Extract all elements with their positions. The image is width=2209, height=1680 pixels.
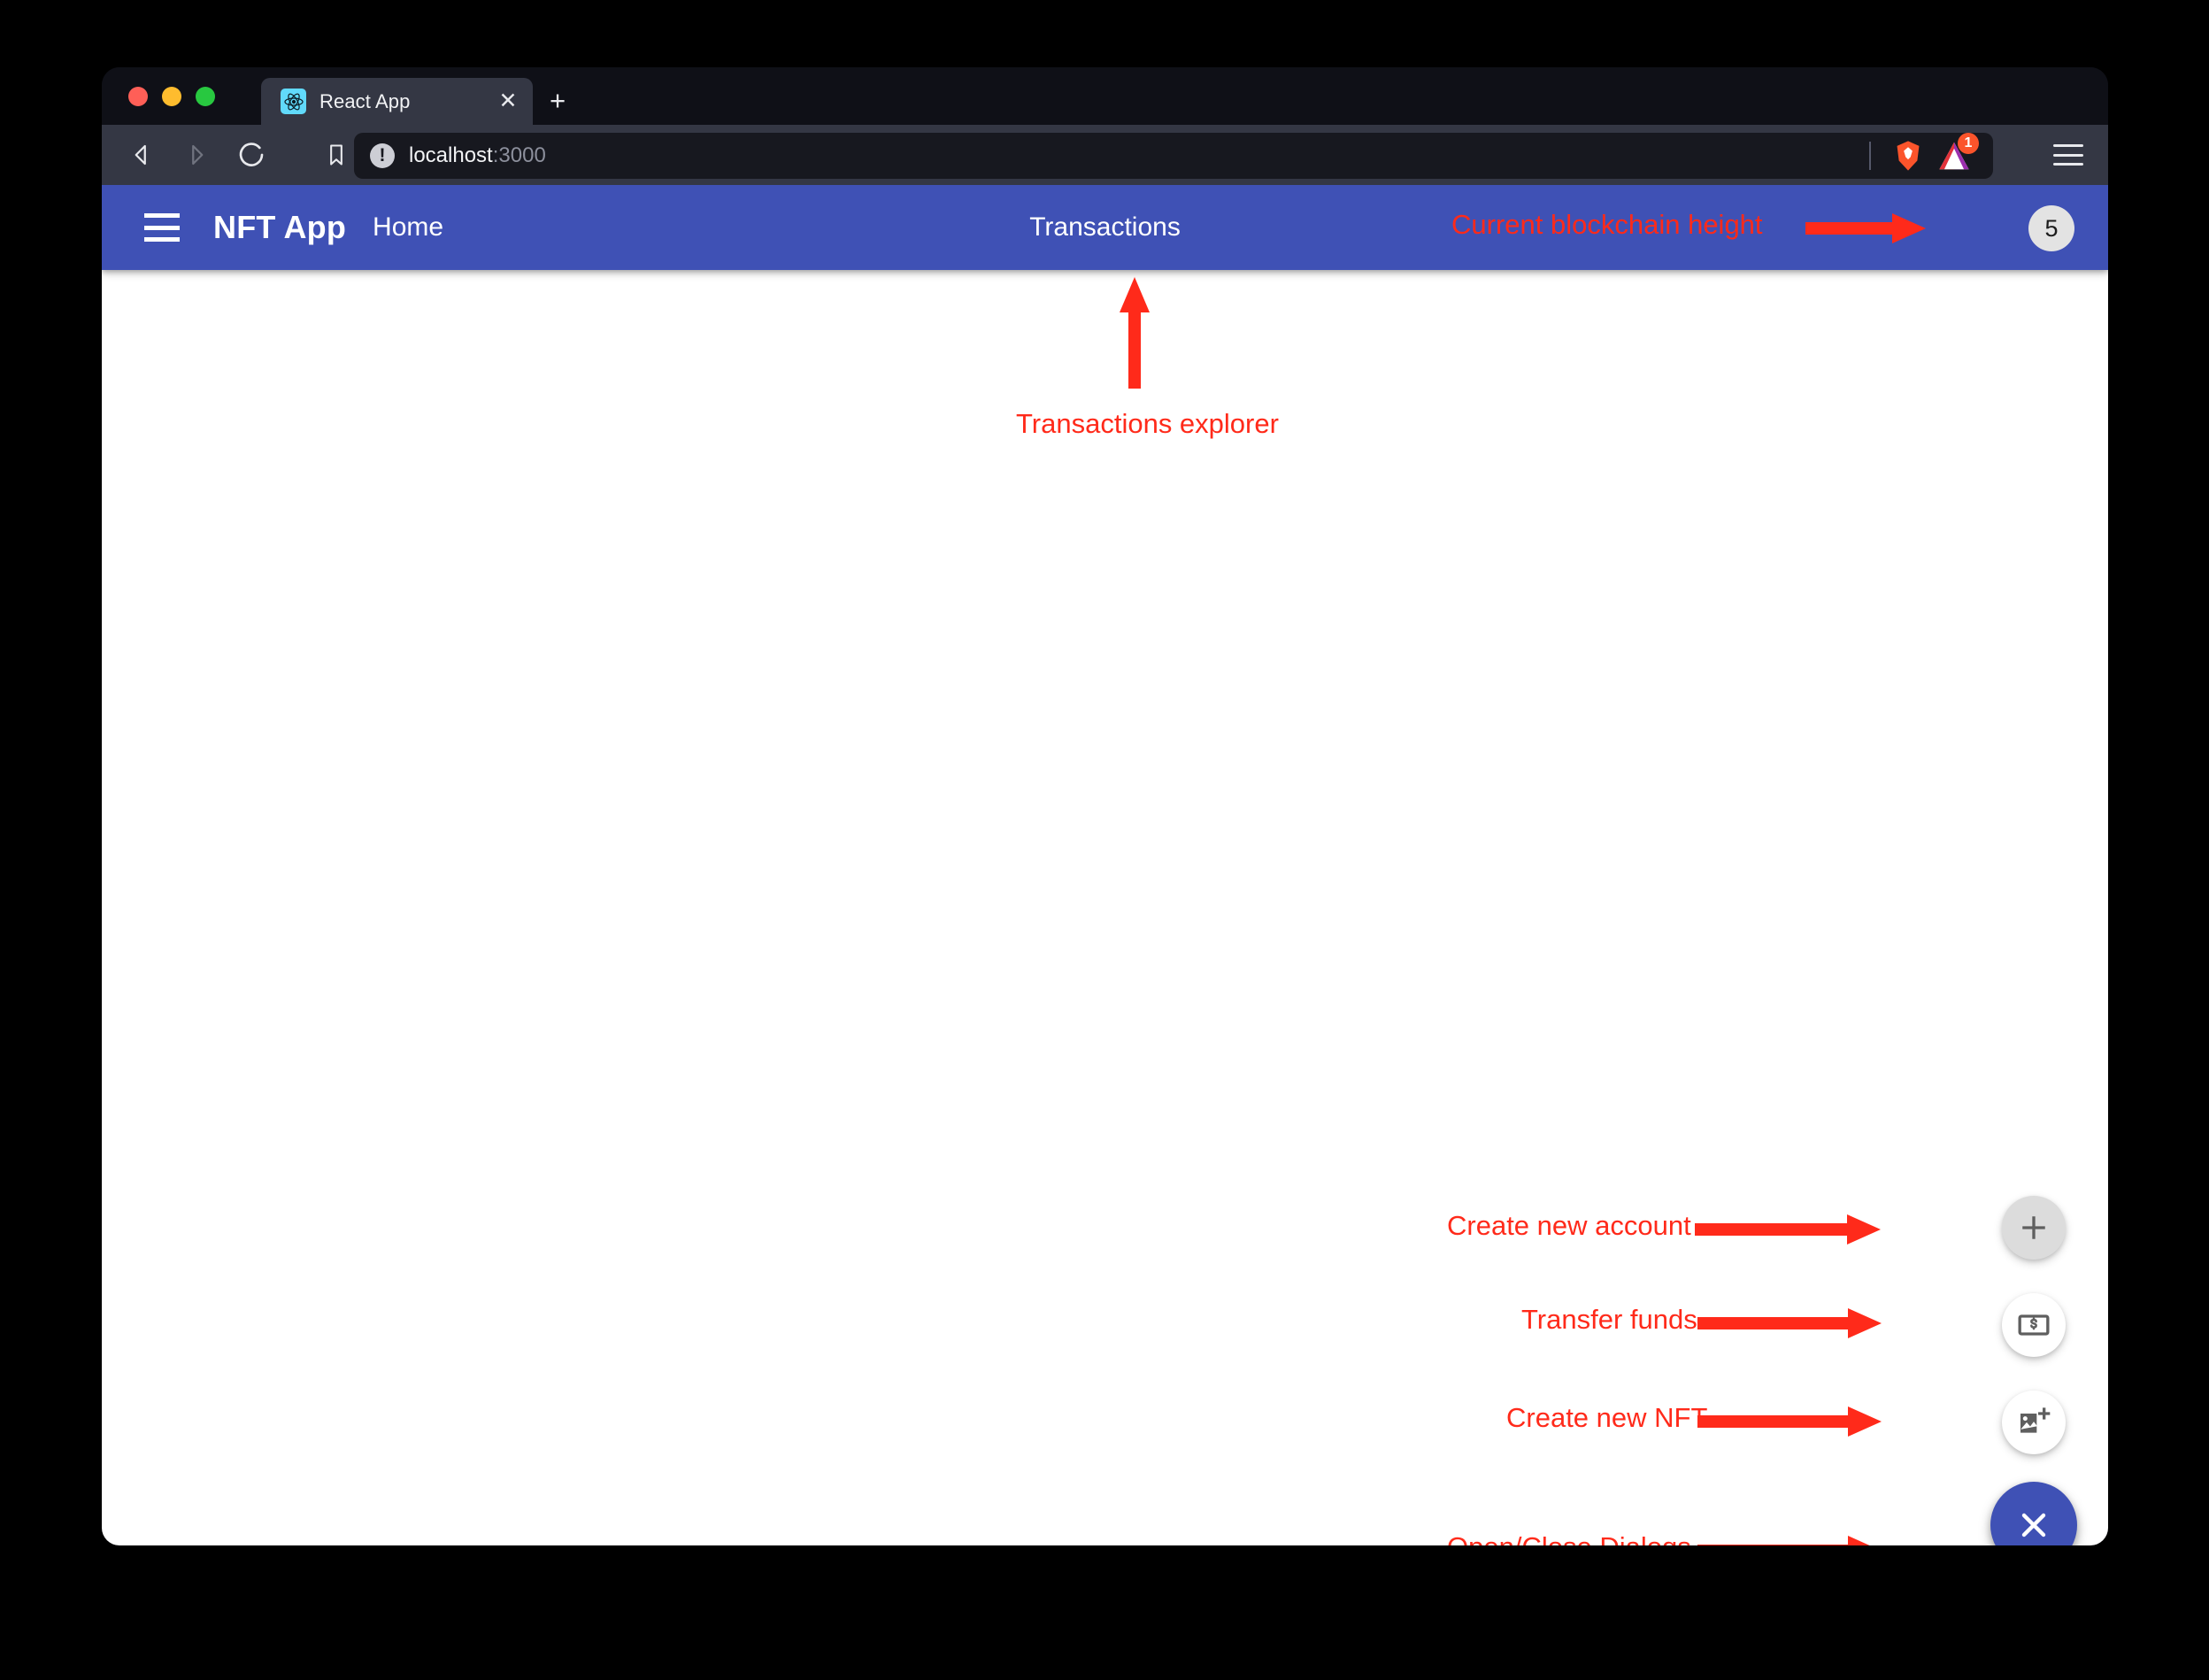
money-bill-icon [2016, 1307, 2051, 1343]
forward-arrow-icon [176, 135, 217, 175]
close-window-button[interactable] [128, 87, 148, 106]
arrow-shaft [1128, 307, 1141, 389]
close-icon[interactable]: ✕ [496, 89, 520, 114]
browser-tab-title: React App [319, 90, 410, 113]
hamburger-menu-icon[interactable] [144, 213, 180, 242]
menu-line [2053, 154, 2083, 157]
page-title: NFT App [213, 209, 346, 246]
menu-line [144, 226, 180, 230]
address-bar[interactable]: ! localhost:3000 [354, 133, 1993, 179]
browser-tab-strip: React App ✕ + [102, 67, 2108, 125]
add-photo-icon [2016, 1405, 2051, 1440]
toggle-dialogs-fab[interactable] [1990, 1482, 2077, 1545]
browser-window: React App ✕ + [102, 67, 2108, 1545]
menu-line [2053, 163, 2083, 166]
reload-icon[interactable] [231, 135, 272, 175]
arrow-shaft [1695, 1223, 1852, 1236]
bookmark-icon[interactable] [316, 135, 357, 175]
annotation-open-close-dialogs: Open/Close Dialogs [1447, 1531, 1691, 1545]
brave-shields-icon[interactable] [1890, 138, 1926, 173]
info-warning-icon[interactable]: ! [370, 143, 395, 168]
annotation-transactions-explorer: Transactions explorer [1016, 408, 1279, 440]
toolbar-divider [1869, 142, 1871, 170]
menu-line [144, 213, 180, 218]
arrow-head [1847, 1214, 1881, 1245]
annotation-create-new-account: Create new account [1447, 1210, 1691, 1242]
extension-badge-count: 1 [1958, 133, 1979, 154]
address-host: localhost [409, 143, 493, 167]
nav-link-home[interactable]: Home [373, 212, 443, 243]
annotation-arrow-open-close-dialogs [1697, 1536, 1882, 1545]
menu-line [2053, 144, 2083, 147]
react-logo-icon [281, 89, 306, 114]
minimize-window-button[interactable] [162, 87, 181, 106]
browser-toolbar: ! localhost:3000 [102, 125, 2108, 185]
address-port: :3000 [493, 143, 546, 167]
arrow-shaft [1805, 222, 1897, 235]
annotation-transfer-funds: Transfer funds [1521, 1304, 1697, 1336]
arrow-head [1848, 1308, 1882, 1338]
back-arrow-icon[interactable] [121, 135, 162, 175]
annotation-arrow-transfer-funds [1697, 1308, 1882, 1338]
create-nft-fab[interactable] [2002, 1391, 2066, 1454]
arrow-head [1892, 213, 1926, 243]
arrow-head [1848, 1406, 1882, 1437]
page-viewport: NFT App Home Transactions 5 Current bloc… [102, 185, 2108, 1545]
nav-link-transactions[interactable]: Transactions [1029, 212, 1181, 242]
menu-line [144, 237, 180, 242]
annotation-create-new-nft: Create new NFT [1506, 1402, 1707, 1434]
screen-root: React App ✕ + [0, 0, 2209, 1680]
create-account-fab[interactable] [2002, 1196, 2066, 1260]
annotation-current-blockchain-height: Current blockchain height [1451, 209, 1763, 241]
hamburger-menu-icon[interactable] [2053, 140, 2083, 170]
maximize-window-button[interactable] [196, 87, 215, 106]
transfer-funds-fab[interactable] [2002, 1293, 2066, 1357]
brave-rewards-triangle-icon[interactable]: 1 [1936, 138, 1972, 173]
close-x-icon [2014, 1506, 2053, 1545]
browser-tab[interactable]: React App ✕ [261, 78, 533, 125]
address-bar-text: localhost:3000 [409, 143, 546, 168]
annotation-arrow-blockchain-height [1805, 213, 1926, 243]
blockchain-height-badge: 5 [2028, 205, 2074, 251]
window-traffic-lights [128, 87, 215, 106]
annotation-arrow-create-account [1695, 1214, 1881, 1245]
plus-icon[interactable]: + [544, 89, 571, 115]
annotation-arrow-transactions-explorer [1120, 277, 1150, 389]
plus-icon [2017, 1211, 2051, 1245]
arrow-shaft [1697, 1317, 1853, 1329]
annotation-arrow-create-nft [1697, 1406, 1882, 1437]
arrow-shaft [1697, 1415, 1853, 1428]
arrow-head [1848, 1536, 1882, 1545]
